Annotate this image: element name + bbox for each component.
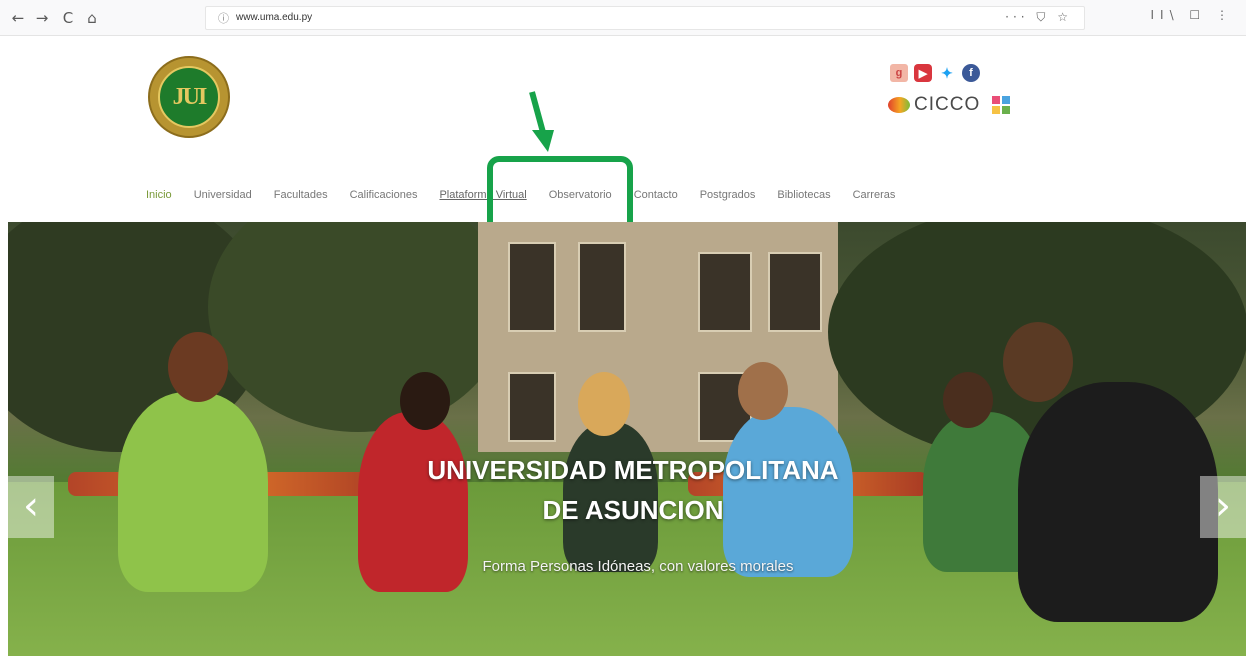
facebook-icon[interactable]: f <box>962 64 980 82</box>
menu-item-universidad[interactable]: Universidad <box>194 189 252 201</box>
university-logo[interactable]: JUI <box>148 56 230 138</box>
annotation-arrow-icon <box>529 91 554 152</box>
logo-emblem: JUI <box>158 66 220 128</box>
cicco-label: CICCO <box>914 94 981 115</box>
twitter-icon[interactable]: ✦ <box>938 64 956 82</box>
google-plus-icon[interactable]: g <box>890 64 908 82</box>
page-actions[interactable]: ··· ⛉ ☆ <box>1005 10 1072 25</box>
slider-prev-button[interactable]: ‹ <box>8 476 54 538</box>
hero-slider: UNIVERSIDAD METROPOLITANA DE ASUNCION Fo… <box>8 222 1246 656</box>
menu-item-calificaciones[interactable]: Calificaciones <box>350 189 418 201</box>
hero-title-line2: DE ASUNCION <box>542 495 724 525</box>
browser-toolbar: ← → C ⌂ ⓘ www.uma.edu.py ··· ⛉ ☆ II\ ☐ ⋮ <box>0 0 1246 36</box>
student-figure <box>118 392 268 592</box>
cicco-link[interactable]: CICCO <box>888 94 1011 116</box>
menu-item-postgrados[interactable]: Postgrados <box>700 189 756 201</box>
info-icon[interactable]: ⓘ <box>218 10 229 26</box>
cicco-logo-icon <box>888 97 910 113</box>
logo-letters: JUI <box>172 83 208 110</box>
student-figure <box>1018 382 1218 622</box>
reload-button[interactable]: C <box>58 8 78 28</box>
address-bar[interactable]: ⓘ www.uma.edu.py ··· ⛉ ☆ <box>205 6 1085 30</box>
forward-button[interactable]: → <box>32 8 52 28</box>
social-links: g ▶ ✦ f <box>890 64 980 82</box>
menu-item-facultades[interactable]: Facultades <box>274 189 328 201</box>
menu-item-bibliotecas[interactable]: Bibliotecas <box>777 189 830 201</box>
back-button[interactable]: ← <box>8 8 28 28</box>
url-text[interactable]: www.uma.edu.py <box>236 12 312 23</box>
grid-logo-icon[interactable] <box>992 96 1011 114</box>
slider-next-button[interactable]: › <box>1200 476 1246 538</box>
browser-tools[interactable]: II\ ☐ ⋮ <box>1150 8 1234 22</box>
youtube-icon[interactable]: ▶ <box>914 64 932 82</box>
hero-subtitle: Forma Personas Idóneas, con valores mora… <box>482 558 794 575</box>
hero-title-line1: UNIVERSIDAD METROPOLITANA <box>427 455 839 485</box>
menu-item-carreras[interactable]: Carreras <box>853 189 896 201</box>
menu-item-inicio[interactable]: Inicio <box>146 189 172 201</box>
home-button[interactable]: ⌂ <box>82 8 102 28</box>
hero-title: UNIVERSIDAD METROPOLITANA DE ASUNCION <box>398 450 868 530</box>
menu-item-contacto[interactable]: Contacto <box>634 189 678 201</box>
